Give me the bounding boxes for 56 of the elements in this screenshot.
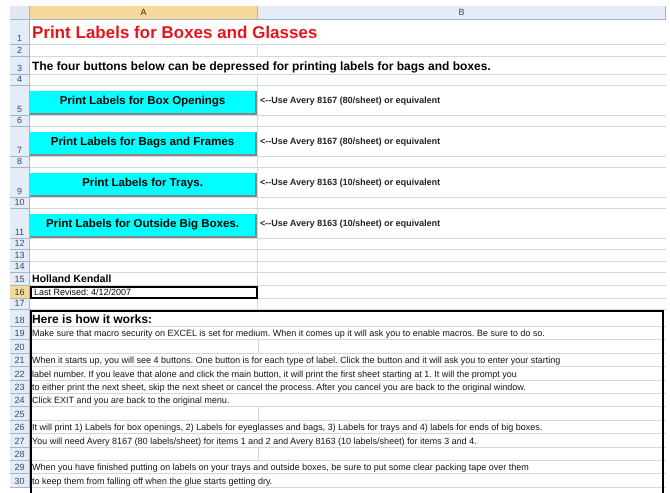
sheet-title: Print Labels for Boxes and Glasses [31, 24, 318, 44]
section-heading: Here is how it works: [31, 313, 152, 326]
row-header[interactable]: 2 [10, 45, 30, 56]
row-header[interactable]: 14 [10, 262, 30, 273]
row-header[interactable]: 26 [10, 420, 30, 434]
row-header[interactable]: 6 [10, 116, 30, 127]
revised-date: Last Revised: 4/12/2007 [33, 288, 132, 296]
row-header[interactable]: 10 [10, 198, 30, 209]
row-header[interactable]: 25 [10, 407, 30, 421]
row-header[interactable]: 1 [10, 20, 30, 45]
row-header[interactable]: 17 [10, 298, 30, 310]
note-text: <--Use Avery 8163 (10/sheet) or equivalent [259, 216, 440, 230]
row-header[interactable]: 11 [10, 209, 30, 238]
row-header[interactable]: 19 [10, 327, 30, 340]
row-header[interactable]: 30 [10, 474, 30, 488]
row-header[interactable]: 4 [10, 74, 30, 86]
instruction-text: When you have finished putting on labels on your trays and outside boxes, be sure to put some clear packing tape over them [31, 463, 529, 474]
row-header[interactable]: 18 [10, 310, 30, 327]
instruction-text: to either print the next sheet, skip the next sheet or cancel the process. After you cancel you are back to the original window. [31, 382, 526, 393]
row-header[interactable]: 16 [10, 286, 30, 298]
note-text: <--Use Avery 8167 (80/sheet) or equivalent [259, 94, 440, 107]
instruction-text: Click EXIT and you are back to the original menu. [31, 396, 230, 406]
print-button[interactable]: Print Labels for Bags and Frames [30, 132, 257, 156]
author-name: Holland Kendall [31, 274, 112, 285]
row-header[interactable]: 13 [10, 250, 30, 262]
row-header[interactable]: 8 [10, 156, 30, 168]
intro-text: The four buttons below can be depressed for printing labels for bags and boxes. [31, 60, 491, 74]
row-header[interactable]: 23 [10, 380, 30, 394]
column-header[interactable]: B [258, 6, 666, 20]
instruction-text: Make sure that macro security on EXCEL is set for medium. When it comes up it will ask you to enable macros. Be sure to do so. [31, 329, 545, 340]
instruction-text: It will print 1) Labels for box openings, 2) Labels for eyeglasses and bags, 3) Labels for trays and 4) labels for ends of big boxes. [31, 423, 542, 434]
print-button[interactable]: Print Labels for Trays. [30, 172, 257, 196]
instruction-text: When it starts up, you will see 4 buttons. One button is for each type of label. Click the button and it will ask you to enter your starting [31, 356, 560, 366]
row-header[interactable]: 22 [10, 367, 30, 381]
row-header[interactable]: 3 [10, 56, 30, 74]
instruction-text: to keep them from falling off when the glue starts getting dry. [31, 476, 272, 487]
row-header[interactable]: 15 [10, 273, 30, 286]
selected-cell[interactable]: Last Revised: 4/12/2007 [30, 286, 258, 298]
note-text: <--Use Avery 8167 (80/sheet) or equivalent [259, 134, 440, 148]
row-header[interactable]: 20 [10, 340, 30, 354]
row-header[interactable]: 5 [10, 86, 30, 116]
row-header[interactable]: 12 [10, 238, 30, 250]
print-button[interactable]: Print Labels for Outside Big Boxes. [30, 214, 257, 238]
note-text: <--Use Avery 8163 (10/sheet) or equivalent [259, 176, 440, 189]
column-header[interactable]: A [30, 6, 258, 20]
select-all-corner[interactable] [10, 6, 30, 20]
row-header[interactable]: 7 [10, 127, 30, 156]
print-button[interactable]: Print Labels for Box Openings [30, 90, 257, 114]
row-header[interactable]: 9 [10, 168, 30, 198]
row-header[interactable]: 27 [10, 434, 30, 448]
instruction-text: You will need Avery 8167 (80 labels/sheet) for items 1 and 2 and Avery 8163 (10 labels/sheet) for items 3 and 4. [31, 436, 477, 447]
row-header[interactable]: 29 [10, 460, 30, 474]
row-header[interactable]: 24 [10, 394, 30, 408]
row-header[interactable]: 28 [10, 448, 30, 461]
row-header[interactable]: 21 [10, 354, 30, 368]
instruction-text: label number. If you leave that alone and click the main button, it will print the first sheet starting at 1. It will the prompt you [31, 370, 517, 380]
